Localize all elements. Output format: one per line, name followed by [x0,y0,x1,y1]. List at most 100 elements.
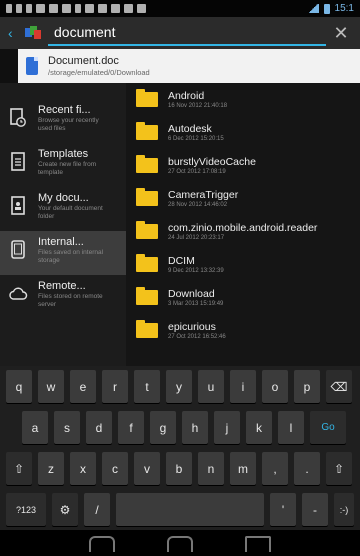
sidebar-item-recent-files[interactable]: Recent fi... Browse your recently used f… [0,99,126,143]
key-k[interactable]: k [246,411,272,444]
sidebar-item-internal-storage[interactable]: Internal... Files saved on internal stor… [0,231,126,275]
battery-icon [323,3,330,14]
key-t[interactable]: t [134,370,160,403]
shift-key-right[interactable]: ⇧ [326,452,352,485]
file-name: epicurious [168,320,216,333]
app-icon [111,4,120,13]
key-y[interactable]: y [166,370,192,403]
key-dash[interactable]: - [302,493,328,526]
key-v[interactable]: v [134,452,160,485]
file-name: com.zinio.mobile.android.reader [168,221,318,234]
key-i[interactable]: i [230,370,256,403]
key-a[interactable]: a [22,411,48,444]
home-nav-icon[interactable] [167,536,193,552]
key-comma[interactable]: , [262,452,288,485]
file-list: Android 16 Nov 2012 21:40:18 Autodesk 6 De… [126,83,360,366]
folder-icon [136,122,158,140]
notification-icon [6,4,12,13]
back-icon[interactable]: ‹ [8,26,22,40]
key-j[interactable]: j [214,411,240,444]
sidebar-item-subtitle: Browse your recently used files [38,117,99,132]
symbols-key[interactable]: ?123 [6,493,46,526]
notification-icon [16,4,22,13]
file-item[interactable]: burstlyVideoCache 27 Oct 2012 17:08:19 [136,149,360,182]
sidebar-item-remote[interactable]: Remote... Files stored on remote server [0,275,126,319]
on-screen-keyboard: q w e r t y u i o p ⌫ a s d f g h j k l … [0,366,360,530]
key-o[interactable]: o [262,370,288,403]
navigation-bar [0,530,360,556]
folder-icon [136,188,158,206]
file-item[interactable]: epicurious 27 Oct 2012 16:52:46 [136,314,360,347]
app-icon [98,4,107,13]
file-item[interactable]: CameraTrigger 28 Nov 2012 14:46:02 [136,182,360,215]
key-f[interactable]: f [118,411,144,444]
key-h[interactable]: h [182,411,208,444]
image-icon [49,4,58,13]
file-date: 28 Nov 2012 14:46:02 [168,201,228,208]
file-item[interactable]: Download 3 Mar 2013 15:19:49 [136,281,360,314]
file-item[interactable]: com.zinio.mobile.android.reader 24 Jul 20… [136,215,360,248]
search-input[interactable]: document [48,20,326,46]
sidebar-item-title: Templates [38,148,89,160]
recents-nav-icon[interactable] [245,536,271,552]
key-w[interactable]: w [38,370,64,403]
key-d[interactable]: d [86,411,112,444]
file-date: 9 Dec 2012 13:32:39 [168,267,224,274]
smiley-key[interactable]: :-) [334,493,354,526]
file-item[interactable]: DCIM 9 Dec 2012 13:32:39 [136,248,360,281]
key-apostrophe[interactable]: ' [270,493,296,526]
keyboard-row-3: ⇧ z x c v b n m , . ⇧ [0,448,360,489]
file-item[interactable]: Android 16 Nov 2012 21:40:18 [136,83,360,116]
image-icon [85,4,94,13]
file-date: 3 Mar 2013 15:19:49 [168,300,224,307]
backspace-key[interactable]: ⌫ [326,370,352,403]
key-s[interactable]: s [54,411,80,444]
sidebar-item-title: My docu... [38,192,89,204]
file-name: CameraTrigger [168,188,239,201]
signal-icon [306,4,319,13]
clear-search-icon[interactable]: ✕ [330,22,352,44]
key-c[interactable]: c [102,452,128,485]
file-name: Android [168,89,205,102]
go-key[interactable]: Go [310,411,346,444]
key-e[interactable]: e [70,370,96,403]
settings-key[interactable]: ⚙ [52,493,78,526]
suggestion-path: /storage/emulated/0/Download [48,67,150,77]
folder-icon [136,320,158,338]
sidebar: Recent fi... Browse your recently used f… [0,83,126,366]
key-z[interactable]: z [38,452,64,485]
sidebar-item-title: Internal... [38,236,84,248]
notification-icon [26,4,32,13]
key-m[interactable]: m [230,452,256,485]
folder-icon [136,221,158,239]
key-g[interactable]: g [150,411,176,444]
file-date: 24 Jul 2012 20:23:17 [168,234,225,241]
key-q[interactable]: q [6,370,32,403]
key-period[interactable]: . [294,452,320,485]
key-p[interactable]: p [294,370,320,403]
key-b[interactable]: b [166,452,192,485]
cloud-icon [6,282,30,306]
back-nav-icon[interactable] [89,536,115,552]
search-suggestion[interactable]: Document.doc /storage/emulated/0/Downloa… [18,49,360,83]
key-r[interactable]: r [102,370,128,403]
key-l[interactable]: l [278,411,304,444]
folder-icon [136,89,158,107]
shift-key-left[interactable]: ⇧ [6,452,32,485]
sidebar-item-subtitle: Files stored on remote server [38,293,103,308]
my-documents-icon [6,194,30,218]
key-slash[interactable]: / [84,493,110,526]
file-name: burstlyVideoCache [168,155,256,168]
key-n[interactable]: n [198,452,224,485]
sidebar-item-title: Remote... [38,280,86,292]
sidebar-item-my-documents[interactable]: My docu... Your default document folder [0,187,126,231]
app-icon [137,4,146,13]
key-x[interactable]: x [70,452,96,485]
key-u[interactable]: u [198,370,224,403]
file-item[interactable]: Autodesk 6 Dec 2012 15:20:15 [136,116,360,149]
sidebar-item-templates[interactable]: Templates Create new file from template [0,143,126,187]
main-area: Recent fi... Browse your recently used f… [0,83,360,366]
app-logo-icon[interactable] [24,24,42,42]
folder-icon [136,254,158,272]
space-key[interactable] [116,493,264,526]
